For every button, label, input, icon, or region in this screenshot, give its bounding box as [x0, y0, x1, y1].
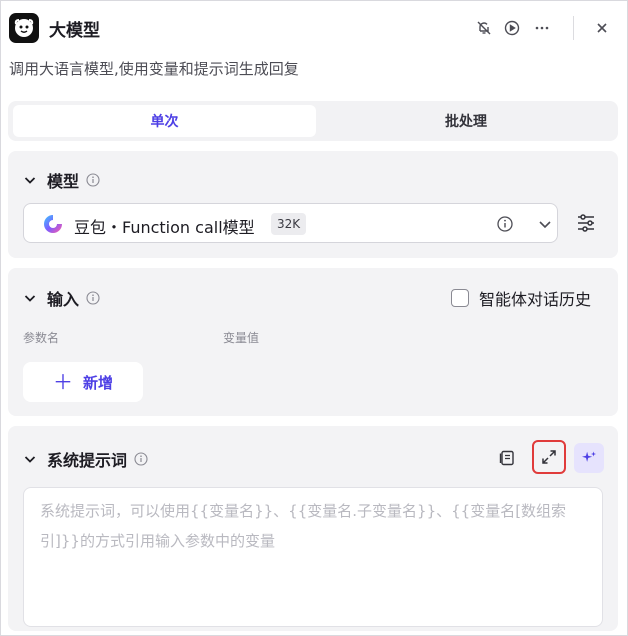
info-icon [86, 173, 100, 187]
doubao-logo-icon [44, 215, 62, 233]
add-input-button[interactable]: ＋ 新增 [23, 362, 143, 402]
chat-history-label: 智能体对话历史 [479, 290, 592, 309]
input-section: 输入 智能体对话历史 参数名 变量值 ＋ 新增 [8, 268, 618, 416]
section-title: 输入 [47, 290, 80, 309]
add-button-label: 新增 [82, 373, 113, 392]
robot-icon [9, 13, 39, 43]
system-prompt-section: 系统提示词 系统提示词，可以使用{{变量名}}、{{变量名.子变量名}}、{{变… [8, 426, 618, 631]
more-icon[interactable] [531, 17, 553, 39]
node-panel: 大模型 调用大语言模型,使用变量和提示词生成回复 单次 批处理 模型 豆包・Fu… [0, 0, 628, 636]
chevron-down-icon [24, 177, 36, 184]
model-select[interactable]: 豆包・Function call模型 32K [23, 203, 558, 243]
column-header-variable-value: 变量值 [223, 331, 260, 345]
play-icon[interactable] [501, 17, 523, 39]
mode-tabs: 单次 批处理 [8, 101, 618, 141]
plus-icon: ＋ [52, 370, 73, 394]
chevron-down-icon[interactable] [536, 215, 554, 233]
info-icon[interactable] [496, 215, 514, 233]
tab-batch[interactable]: 批处理 [318, 105, 614, 137]
document-icon [499, 450, 514, 466]
info-icon [86, 291, 100, 305]
prompt-library-button[interactable] [492, 443, 522, 473]
sparkle-icon [582, 451, 596, 462]
info-icon [134, 452, 148, 466]
chevron-down-icon [24, 456, 36, 463]
ai-optimize-button[interactable] [574, 443, 604, 473]
system-prompt-section-header[interactable]: 系统提示词 [22, 446, 148, 472]
page-title: 大模型 [49, 21, 100, 41]
node-description: 调用大语言模型,使用变量和提示词生成回复 [9, 60, 299, 78]
model-section: 模型 豆包・Function call模型 32K [8, 151, 618, 258]
input-section-header[interactable]: 输入 [22, 285, 100, 311]
header-divider [573, 16, 574, 40]
model-section-header[interactable]: 模型 [22, 167, 100, 193]
tab-single[interactable]: 单次 [13, 105, 316, 137]
context-length-badge: 32K [271, 213, 307, 235]
column-header-param-name: 参数名 [23, 331, 60, 345]
section-title: 系统提示词 [47, 451, 128, 470]
system-prompt-input[interactable]: 系统提示词，可以使用{{变量名}}、{{变量名.子变量名}}、{{变量名[数组索… [23, 487, 603, 627]
bell-off-icon[interactable] [473, 17, 495, 39]
close-icon[interactable] [591, 17, 613, 39]
panel-header: 大模型 [9, 11, 619, 45]
expand-icon [542, 450, 556, 464]
chat-history-checkbox[interactable] [451, 289, 469, 307]
model-settings-icon[interactable] [575, 212, 597, 234]
section-title: 模型 [47, 172, 80, 191]
chevron-down-icon [24, 295, 36, 302]
model-name: 豆包・Function call模型 [74, 218, 255, 237]
expand-editor-button[interactable] [532, 440, 566, 474]
chat-history-toggle[interactable]: 智能体对话历史 [451, 286, 591, 310]
